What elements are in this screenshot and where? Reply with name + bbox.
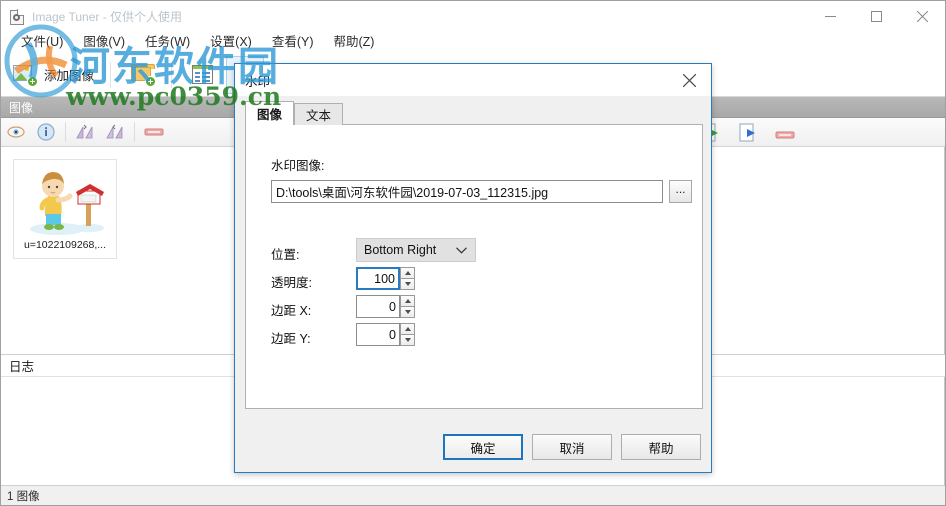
statusbar: 1 图像 <box>1 485 945 505</box>
opacity-increment-button[interactable] <box>400 267 415 279</box>
application-window: Image Tuner - 仅供个人使用 文件(U) 图像(V) 任务(W) 设… <box>0 0 946 506</box>
images-toolbar-separator-1 <box>65 122 66 142</box>
menu-view[interactable]: 查看(Y) <box>262 32 324 53</box>
margin-x-spin-buttons <box>400 295 415 318</box>
position-select[interactable]: Bottom Right <box>356 238 476 262</box>
dialog-body: 图像 文本 水印图像: ... 位置: Bottom Right 透明度: <box>235 96 711 472</box>
margin-x-input[interactable] <box>356 295 400 318</box>
menu-help[interactable]: 帮助(Z) <box>324 32 385 53</box>
position-label: 位置: <box>271 248 300 262</box>
dialog-title: 水印 <box>245 74 271 89</box>
opacity-decrement-button[interactable] <box>400 279 415 290</box>
margin-y-decrement-button[interactable] <box>400 335 415 346</box>
add-image-label: 添加图像 <box>44 69 95 83</box>
list-view-icon <box>192 64 214 85</box>
add-folder-button[interactable] <box>123 56 163 94</box>
rotate-right-icon[interactable] <box>100 119 130 146</box>
dialog-buttons: 确定 取消 帮助 <box>443 434 701 460</box>
dialog-titlebar: 水印 <box>235 64 711 96</box>
ok-button[interactable]: 确定 <box>443 434 523 460</box>
opacity-stepper[interactable] <box>356 267 415 290</box>
menubar: 文件(U) 图像(V) 任务(W) 设置(X) 查看(Y) 帮助(Z) <box>1 32 945 53</box>
add-folder-icon <box>131 63 157 87</box>
margin-y-input[interactable] <box>356 323 400 346</box>
remove-image-icon[interactable] <box>139 119 169 146</box>
remove-icon[interactable] <box>775 129 795 139</box>
window-title: Image Tuner - 仅供个人使用 <box>32 10 183 24</box>
thumbnail-image <box>20 166 110 238</box>
toolbar-separator-2 <box>171 61 173 88</box>
margin-y-spin-buttons <box>400 323 415 346</box>
window-controls <box>807 1 945 32</box>
menu-settings[interactable]: 设置(X) <box>200 32 262 53</box>
margin-x-increment-button[interactable] <box>400 295 415 307</box>
watermark-dialog: 水印 图像 文本 水印图像: ... 位置: <box>234 63 712 473</box>
add-image-button[interactable]: 添加图像 <box>5 56 102 94</box>
help-button[interactable]: 帮助 <box>621 434 701 460</box>
rotate-left-icon[interactable] <box>70 119 100 146</box>
browse-button[interactable]: ... <box>669 180 692 203</box>
margin-y-label: 边距 Y: <box>271 332 311 346</box>
menu-image[interactable]: 图像(V) <box>73 32 135 53</box>
maximize-button[interactable] <box>853 1 899 32</box>
dialog-tabstrip: 图像 文本 <box>245 101 344 125</box>
images-toolbar-separator-2 <box>134 122 135 142</box>
titlebar: Image Tuner - 仅供个人使用 <box>1 1 945 32</box>
add-image-icon <box>13 64 38 87</box>
close-button[interactable] <box>899 1 945 32</box>
info-icon[interactable] <box>31 119 61 146</box>
tab-image[interactable]: 图像 <box>245 101 295 125</box>
opacity-spin-buttons <box>400 267 415 290</box>
dialog-close-icon[interactable] <box>667 65 711 96</box>
margin-y-increment-button[interactable] <box>400 323 415 335</box>
watermark-image-input[interactable] <box>271 180 663 203</box>
margin-x-label: 边距 X: <box>271 304 312 318</box>
list-item[interactable]: u=1022109268,... <box>13 159 117 259</box>
margin-y-stepper[interactable] <box>356 323 415 346</box>
opacity-label: 透明度: <box>271 276 312 290</box>
app-icon <box>9 8 25 25</box>
tab-text[interactable]: 文本 <box>294 103 344 125</box>
minimize-button[interactable] <box>807 1 853 32</box>
export-icon[interactable] <box>739 123 759 143</box>
position-value: Bottom Right <box>364 243 437 257</box>
cancel-button[interactable]: 取消 <box>532 434 612 460</box>
status-image-count: 1 图像 <box>7 490 40 503</box>
preview-eye-icon[interactable] <box>1 119 31 146</box>
opacity-input[interactable] <box>356 267 400 290</box>
tab-page-image: 水印图像: ... 位置: Bottom Right 透明度: <box>245 124 703 409</box>
list-view-button[interactable] <box>184 56 222 94</box>
chevron-down-icon <box>456 243 467 257</box>
margin-x-stepper[interactable] <box>356 295 415 318</box>
thumbnail-caption: u=1022109268,... <box>23 239 107 251</box>
margin-x-decrement-button[interactable] <box>400 307 415 318</box>
menu-file[interactable]: 文件(U) <box>11 32 73 53</box>
watermark-image-label: 水印图像: <box>271 159 325 173</box>
browse-label: ... <box>675 181 686 196</box>
toolbar-separator-1 <box>110 61 112 88</box>
menu-task[interactable]: 任务(W) <box>135 32 200 53</box>
